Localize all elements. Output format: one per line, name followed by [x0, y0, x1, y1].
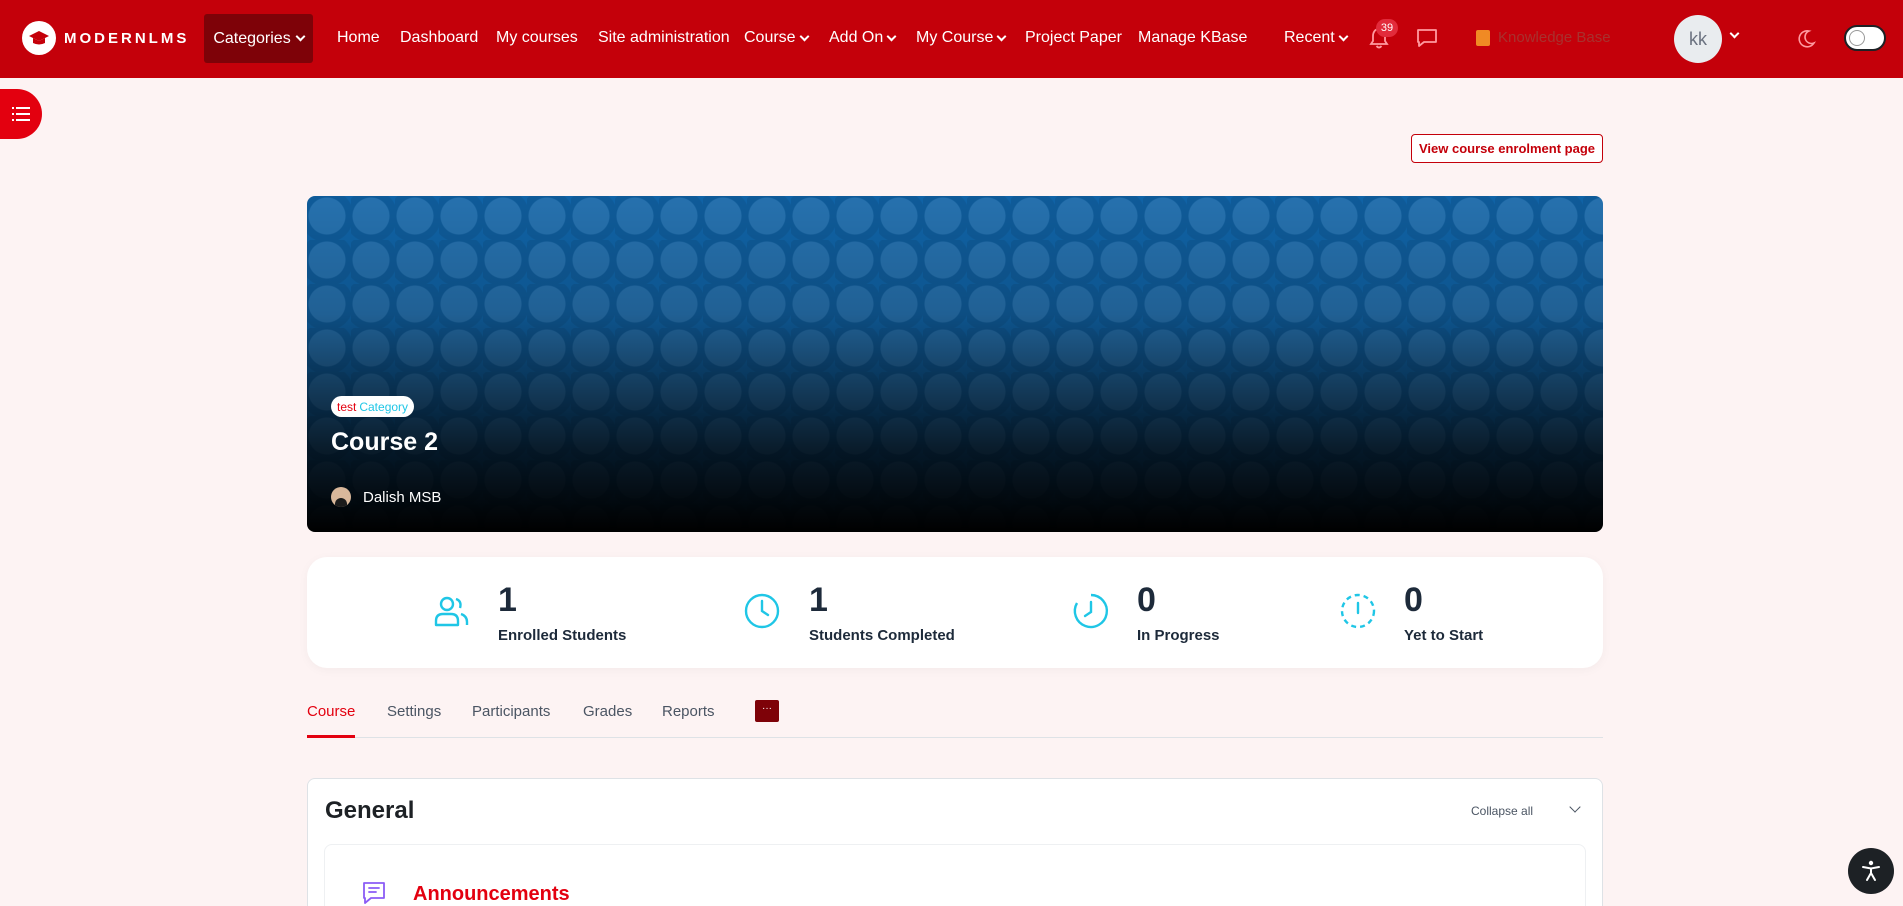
stat-label: In Progress [1137, 627, 1220, 644]
nav-recent-label: Recent [1284, 29, 1335, 46]
nav-home[interactable]: Home [337, 29, 380, 47]
user-menu-chevron-icon[interactable] [1729, 28, 1740, 39]
category-badge-name: test [337, 399, 357, 414]
stat-value: 0 [1137, 581, 1156, 619]
course-title: Course 2 [331, 428, 438, 456]
nav-my-courses[interactable]: My courses [496, 29, 578, 47]
active-tab-indicator [307, 735, 355, 738]
users-icon [434, 596, 469, 627]
progress-clock-icon [1073, 593, 1109, 629]
stat-value: 0 [1404, 581, 1423, 619]
activity-name[interactable]: Announcements [413, 883, 570, 906]
tab-participants[interactable]: Participants [472, 703, 550, 720]
tab-more-button[interactable]: ··· [755, 700, 779, 722]
book-icon [1476, 29, 1490, 46]
stat-label: Students Completed [809, 627, 955, 644]
nav-my-course-dropdown[interactable]: My Course [916, 29, 1007, 47]
course-tabs: Course Settings Participants Grades Repo… [307, 700, 1603, 738]
knowledge-base-label: Knowledge Base [1498, 29, 1611, 46]
accessibility-icon [1862, 860, 1880, 881]
stat-label: Enrolled Students [498, 627, 627, 644]
stat-label: Yet to Start [1404, 627, 1484, 644]
chat-icon[interactable] [1416, 28, 1438, 48]
top-navbar: MODERNLMS Categories Home Dashboard My c… [0, 0, 1903, 78]
section-general: General Collapse all Announcements [307, 778, 1603, 906]
teacher-avatar [331, 487, 351, 507]
graduation-cap-icon [22, 21, 56, 55]
chevron-down-icon [295, 31, 306, 42]
nav-my-course-label: My Course [916, 29, 994, 46]
nav-categories-dropdown[interactable]: Categories [204, 14, 313, 63]
chevron-down-icon [1338, 31, 1349, 41]
toggle-knob [1849, 30, 1865, 46]
knowledge-base-link[interactable]: Knowledge Base [1476, 29, 1611, 46]
chevron-down-icon[interactable] [1569, 801, 1581, 813]
stat-value: 1 [498, 581, 517, 619]
category-badge[interactable]: test Category [331, 396, 415, 417]
logo-text: MODERNLMS [64, 29, 190, 47]
dark-mode-toggle[interactable] [1844, 25, 1886, 51]
site-logo[interactable]: MODERNLMS [22, 21, 189, 55]
user-avatar[interactable]: kk [1674, 15, 1722, 63]
moon-icon[interactable] [1795, 28, 1817, 50]
nav-course-label: Course [744, 29, 796, 46]
list-icon [12, 107, 30, 121]
collapse-all-link[interactable]: Collapse all [1471, 804, 1533, 818]
chevron-down-icon [996, 31, 1007, 41]
nav-dashboard[interactable]: Dashboard [400, 29, 478, 47]
nav-add-on-dropdown[interactable]: Add On [829, 29, 897, 47]
view-enrolment-page-button[interactable]: View course enrolment page [1411, 134, 1603, 163]
chevron-down-icon [886, 31, 897, 41]
pending-clock-icon [1340, 593, 1376, 629]
nav-project-paper[interactable]: Project Paper [1025, 29, 1122, 47]
nav-recent-dropdown[interactable]: Recent [1284, 29, 1349, 47]
notification-count-badge: 39 [1376, 19, 1398, 37]
clock-icon [744, 593, 780, 629]
chevron-down-icon [799, 31, 810, 41]
course-stats-card: 1 Enrolled Students 1 Students Completed… [307, 557, 1603, 668]
nav-add-on-label: Add On [829, 29, 884, 46]
accessibility-button[interactable] [1848, 848, 1894, 894]
nav-categories-label: Categories [213, 29, 291, 47]
category-badge-label: Category [359, 399, 409, 414]
course-hero-banner: test Category Course 2 Dalish MSB [307, 196, 1603, 532]
tab-reports[interactable]: Reports [662, 703, 715, 720]
tab-settings[interactable]: Settings [387, 703, 441, 720]
nav-course-dropdown[interactable]: Course [744, 29, 810, 47]
stat-value: 1 [809, 581, 828, 619]
nav-site-administration[interactable]: Site administration [598, 29, 730, 47]
tab-course[interactable]: Course [307, 703, 355, 720]
forum-icon [363, 882, 385, 904]
tab-grades[interactable]: Grades [583, 703, 632, 720]
nav-manage-kbase[interactable]: Manage KBase [1138, 29, 1247, 47]
activity-announcements[interactable]: Announcements [324, 844, 1586, 906]
course-index-drawer-button[interactable] [0, 89, 42, 139]
course-teacher[interactable]: Dalish MSB [331, 487, 441, 507]
section-title: General [325, 797, 415, 824]
teacher-name: Dalish MSB [363, 488, 442, 506]
